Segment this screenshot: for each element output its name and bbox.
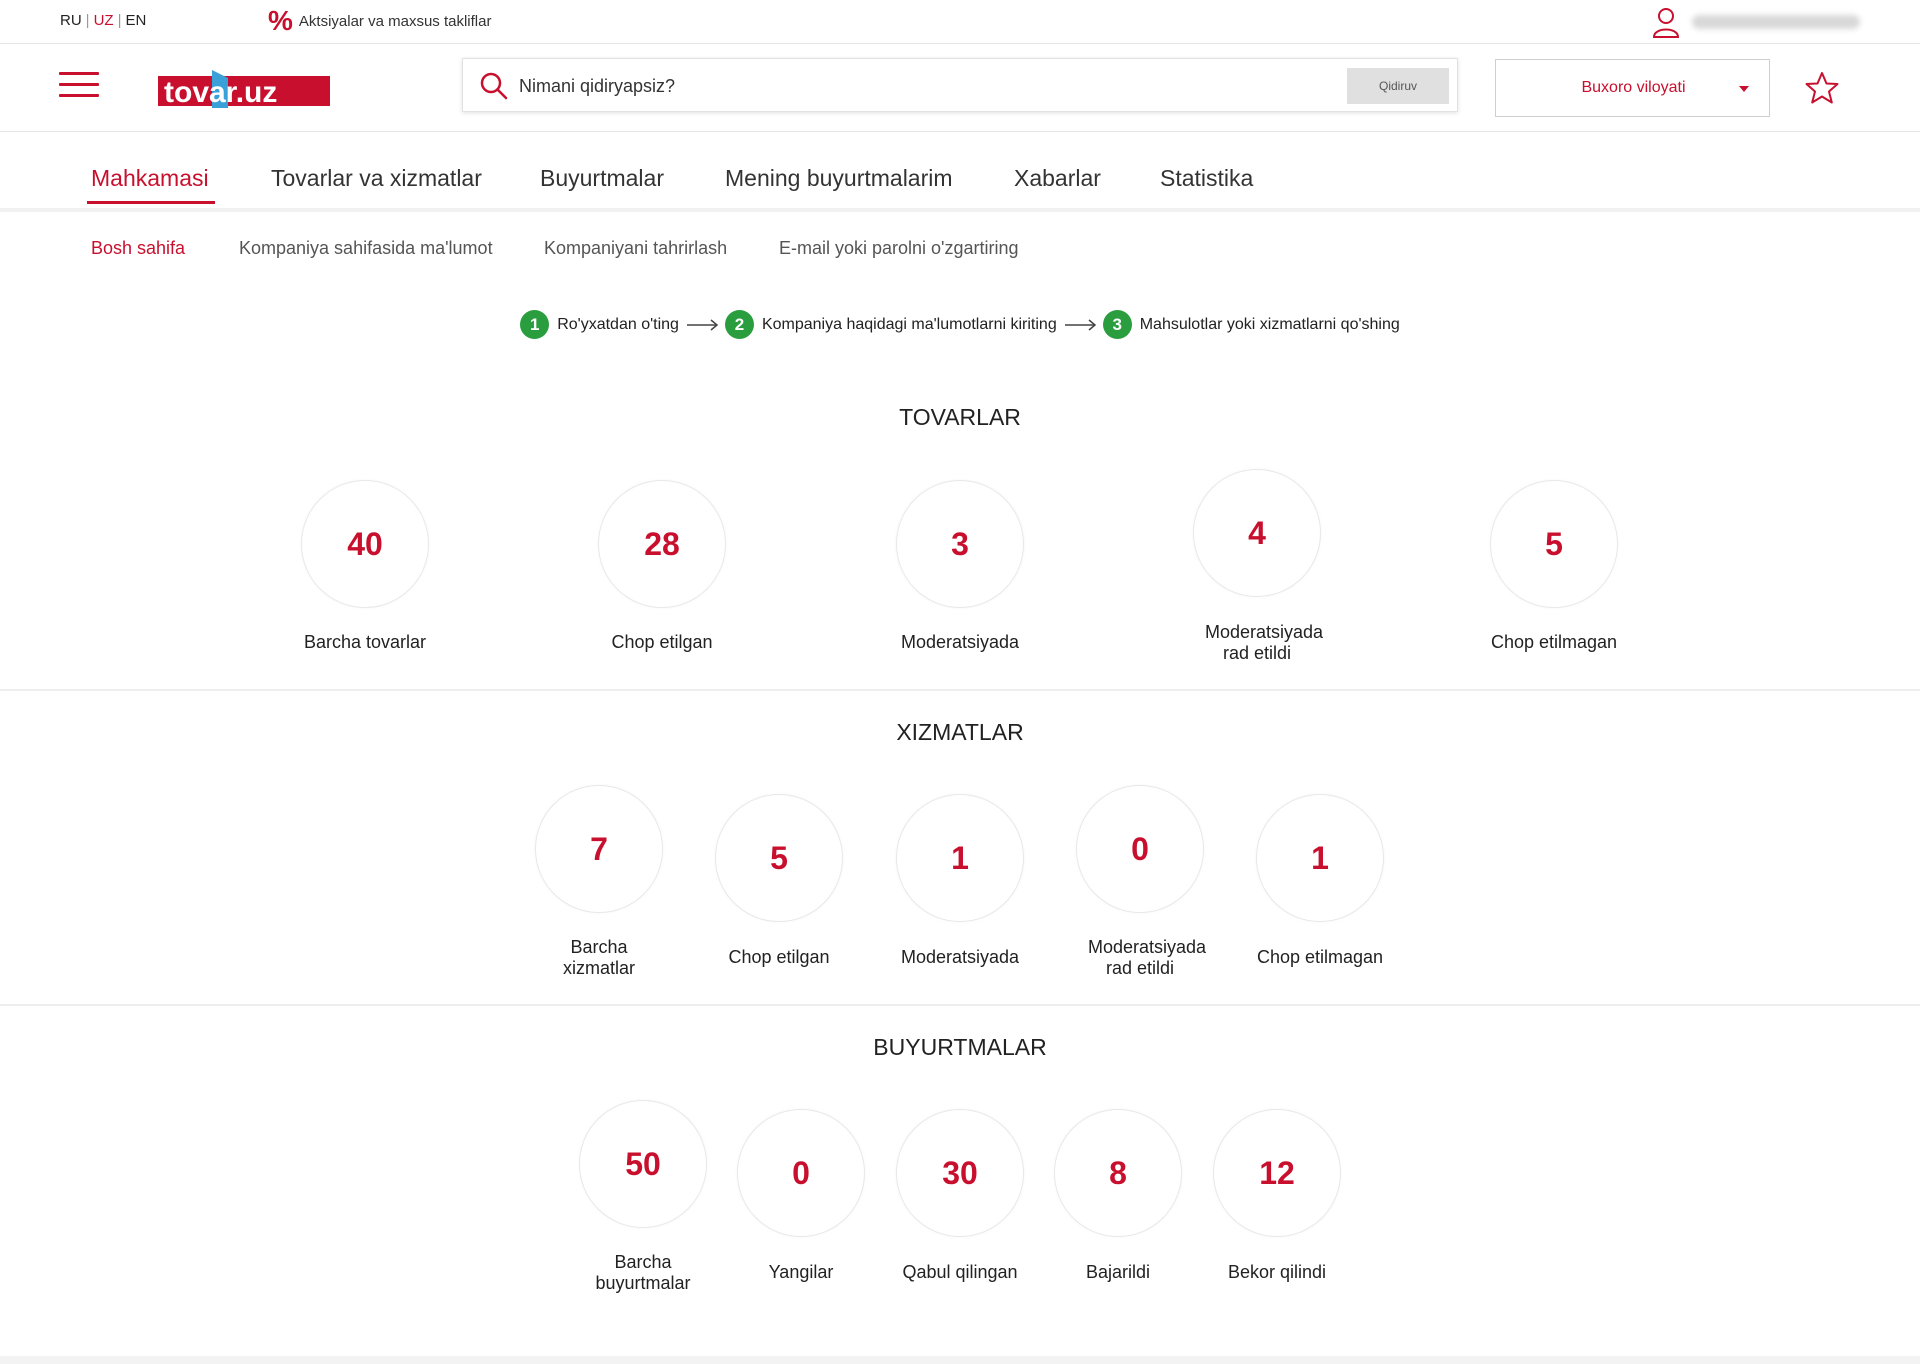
subnav-edit-company[interactable]: Kompaniyani tahrirlash (544, 238, 727, 259)
stat-services-all[interactable]: 7 (535, 785, 663, 913)
step-text: Ro'yxatdan o'ting (557, 315, 679, 333)
chevron-down-icon (1739, 86, 1749, 92)
stat-goods-unpublished[interactable]: 5 (1490, 480, 1618, 608)
section-title-services: XIZMATLAR (896, 719, 1024, 745)
stat-goods-moderation[interactable]: 3 (896, 480, 1024, 608)
step-number: 1 (520, 310, 550, 339)
logo[interactable]: tovar.uz (158, 68, 330, 110)
lang-ru[interactable]: RU (60, 12, 82, 29)
step-number: 3 (1102, 310, 1132, 339)
header: tovar.uz Qidiruv Buxoro viloyati (0, 44, 1920, 132)
stat-label: Moderatsiyada rad etildi (1205, 622, 1324, 663)
arrow-right-icon (686, 318, 719, 331)
stat-label: Bekor qilindi (1227, 1262, 1327, 1282)
stat-label: Moderatsiyada (900, 632, 1020, 652)
stat-goods-all[interactable]: 40 (301, 480, 429, 608)
step-text: Kompaniya haqidagi ma'lumotlarni kiritin… (761, 315, 1057, 333)
subnav-change-credentials[interactable]: E-mail yoki parolni o'zgartiring (779, 238, 1019, 259)
section-title-goods: TOVARLAR (899, 404, 1021, 430)
promo-link[interactable]: % Aktsiyalar va maxsus takliflar (268, 6, 491, 36)
step-3: 3 Mahsulotlar yoki xizmatlarni qo'shing (1102, 310, 1400, 339)
stat-services-unpublished[interactable]: 1 (1256, 794, 1384, 922)
stat-label: Chop etilmagan (1490, 632, 1618, 652)
step-2: 2 Kompaniya haqidagi ma'lumotlarni kirit… (724, 310, 1103, 339)
stat-orders-cancelled[interactable]: 12 (1213, 1109, 1341, 1237)
search-input[interactable] (519, 69, 1279, 103)
stat-label: Barcha tovarlar (303, 632, 427, 652)
lang-uz[interactable]: UZ (94, 12, 114, 29)
user-account[interactable] (1652, 6, 1860, 38)
main-nav: Mahkamasi Tovarlar va xizmatlar Buyurtma… (0, 132, 1920, 212)
stat-services-moderation[interactable]: 1 (896, 794, 1024, 922)
tab-goods-services[interactable]: Tovarlar va xizmatlar (271, 165, 482, 192)
logo-text: tovar.uz (164, 76, 277, 109)
subnav-company-info[interactable]: Kompaniya sahifasida ma'lumot (239, 238, 493, 259)
lang-en[interactable]: EN (125, 12, 146, 29)
arrow-right-icon (1064, 318, 1096, 331)
step-text: Mahsulotlar yoki xizmatlarni qo'shing (1139, 315, 1400, 333)
section-title-orders: BUYURTMALAR (873, 1034, 1047, 1060)
stat-services-published[interactable]: 5 (715, 794, 843, 922)
search-bar: Qidiruv (462, 58, 1458, 112)
top-bar: RU | UZ | EN % Aktsiyalar va maxsus taklifla… (0, 0, 1920, 44)
tab-my-orders[interactable]: Mening buyurtmalarim (725, 165, 953, 192)
section-divider (0, 1004, 1920, 1006)
step-number: 2 (724, 310, 754, 339)
step-1: 1 Ro'yxatdan o'ting (520, 310, 725, 339)
search-icon[interactable] (479, 71, 509, 101)
subnav-home[interactable]: Bosh sahifa (91, 238, 185, 259)
registration-steps: 1 Ro'yxatdan o'ting 2 Kompaniya haqidagi… (0, 310, 1920, 339)
stat-orders-completed[interactable]: 8 (1054, 1109, 1182, 1237)
stat-goods-rejected[interactable]: 4 (1193, 469, 1321, 597)
stat-label: Chop etilmagan (1256, 947, 1384, 967)
stat-orders-all[interactable]: 50 (579, 1100, 707, 1228)
star-icon[interactable] (1804, 70, 1840, 106)
user-icon (1652, 8, 1680, 38)
percent-icon: % (268, 5, 293, 36)
footer-edge (0, 1356, 1920, 1364)
tab-orders[interactable]: Buyurtmalar (540, 165, 664, 192)
stat-orders-accepted[interactable]: 30 (896, 1109, 1024, 1237)
stat-goods-published[interactable]: 28 (598, 480, 726, 608)
tab-mahkamasi[interactable]: Mahkamasi (87, 165, 215, 204)
stat-services-rejected[interactable]: 0 (1076, 785, 1204, 913)
username-blurred (1692, 15, 1860, 29)
menu-icon[interactable] (59, 72, 99, 102)
tab-messages[interactable]: Xabarlar (1014, 165, 1101, 192)
tab-statistics[interactable]: Statistika (1160, 165, 1253, 192)
section-divider (0, 689, 1920, 691)
language-switcher: RU | UZ | EN (60, 12, 147, 29)
search-button[interactable]: Qidiruv (1347, 68, 1449, 104)
region-label: Buxoro viloyati (1581, 79, 1686, 96)
region-select[interactable]: Buxoro viloyati (1495, 59, 1770, 117)
stat-label: Chop etilgan (611, 632, 713, 652)
stat-orders-new[interactable]: 0 (737, 1109, 865, 1237)
promo-text: Aktsiyalar va maxsus takliflar (298, 12, 492, 30)
